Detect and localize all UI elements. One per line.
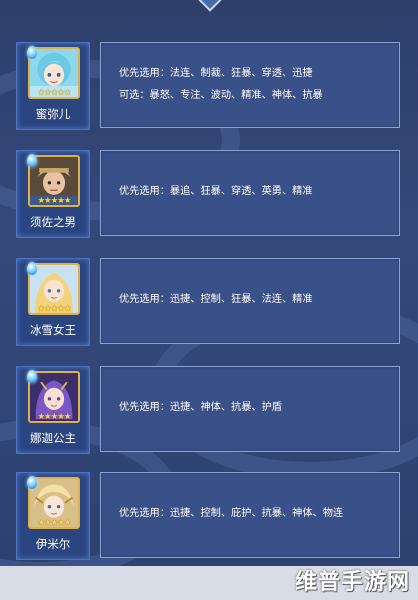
hero-card[interactable]: ★★★★★ 须佐之男: [16, 150, 90, 238]
hero-row: ★★★★★ 须佐之男 优先选用：暴追、狂暴、穿透、英勇、精准: [0, 150, 418, 246]
hero-recommendation-panel: ★★★★★ 蜜弥儿 优先选用：法连、制裁、狂暴、穿透、迅捷 可选：暴怒、专注、波…: [0, 0, 418, 566]
blue-gem-icon: [27, 154, 37, 167]
hero-row: ★★★★★ 蜜弥儿 优先选用：法连、制裁、狂暴、穿透、迅捷 可选：暴怒、专注、波…: [0, 42, 418, 138]
preferred-runes-text: 优先选用：迅捷、神体、抗暴、护盾: [119, 402, 282, 413]
star-rating: ★★★★★: [37, 518, 71, 528]
star-rating: ★★★★★: [37, 88, 71, 98]
hero-name: 冰雪女王: [30, 323, 76, 337]
blue-gem-icon: [27, 46, 37, 59]
star-rating: ★★★★★: [37, 304, 71, 314]
rune-recommendation-box: 优先选用：迅捷、控制、庇护、抗暴、神体、物连: [100, 472, 400, 558]
hero-name: 娜迦公主: [30, 431, 76, 445]
blue-gem-icon: [27, 262, 37, 275]
hero-name: 伊米尔: [35, 537, 71, 551]
rune-recommendation-box: 优先选用：迅捷、控制、狂暴、法连、精准: [100, 258, 400, 344]
optional-runes-text: 可选：暴怒、专注、波动、精准、神体、抗暴: [119, 90, 323, 101]
hero-name: 蜜弥儿: [35, 107, 71, 121]
top-diamond-ornament: [197, 0, 223, 12]
rune-recommendation-box: 优先选用：法连、制裁、狂暴、穿透、迅捷 可选：暴怒、专注、波动、精准、神体、抗暴: [100, 42, 400, 128]
hero-row: ★★★★★ 冰雪女王 优先选用：迅捷、控制、狂暴、法连、精准: [0, 258, 418, 354]
hero-row: ★★★★★ 娜迦公主 优先选用：迅捷、神体、抗暴、护盾: [0, 366, 418, 462]
star-rating: ★★★★★: [37, 412, 71, 422]
preferred-runes-text: 优先选用：法连、制裁、狂暴、穿透、迅捷: [119, 68, 313, 79]
blue-gem-icon: [27, 476, 37, 489]
hero-row: ★★★★★ 伊米尔 优先选用：迅捷、控制、庇护、抗暴、神体、物连: [0, 472, 418, 566]
preferred-runes-text: 优先选用：迅捷、控制、庇护、抗暴、神体、物连: [119, 508, 344, 519]
hero-card[interactable]: ★★★★★ 娜迦公主: [16, 366, 90, 454]
blue-gem-icon: [27, 370, 37, 383]
preferred-runes-text: 优先选用：暴追、狂暴、穿透、英勇、精准: [119, 186, 313, 197]
hero-card[interactable]: ★★★★★ 蜜弥儿: [16, 42, 90, 130]
star-rating: ★★★★★: [37, 196, 71, 206]
rune-recommendation-box: 优先选用：迅捷、神体、抗暴、护盾: [100, 366, 400, 452]
hero-card[interactable]: ★★★★★ 伊米尔: [16, 472, 90, 560]
hero-name: 须佐之男: [30, 215, 76, 229]
hero-card[interactable]: ★★★★★ 冰雪女王: [16, 258, 90, 346]
site-watermark: 维普手游网: [294, 570, 410, 595]
rune-recommendation-box: 优先选用：暴追、狂暴、穿透、英勇、精准: [100, 150, 400, 236]
preferred-runes-text: 优先选用：迅捷、控制、狂暴、法连、精准: [119, 294, 313, 305]
